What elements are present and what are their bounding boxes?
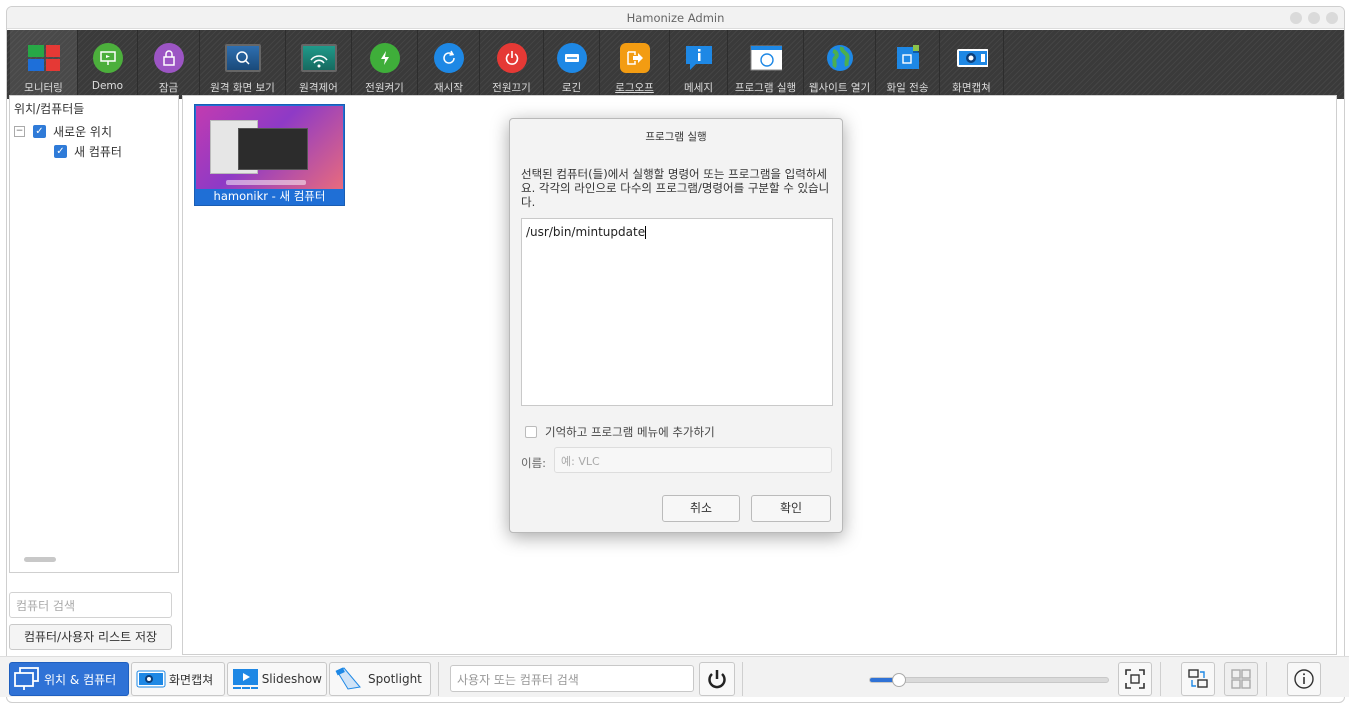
spotlight-icon (335, 667, 361, 690)
maximize-button[interactable] (1308, 12, 1320, 24)
cancel-button[interactable]: 취소 (662, 495, 740, 522)
remember-checkbox-row[interactable]: 기억하고 프로그램 메뉴에 추가하기 (525, 424, 715, 440)
lock-icon (153, 42, 185, 74)
run-program-icon (750, 42, 782, 74)
toolbar-open-website-button[interactable]: 웹사이트 열기 (804, 30, 876, 99)
thumbnail-caption: hamonikr - 새 컴퓨터 (213, 189, 326, 203)
text-caret (645, 226, 647, 239)
swap-icon (1188, 669, 1208, 688)
feature-toolbar: 모니터링 Demo 잠금 원격 화면 보기 원격제어 전원켜기 재시작 전원끄기… (7, 30, 1344, 99)
toolbar-remote-view-button[interactable]: 원격 화면 보기 (200, 30, 286, 99)
name-label: 이름: (521, 456, 547, 470)
tab-locations-computers[interactable]: 위치 & 컴퓨터 (9, 662, 129, 696)
globe-icon (824, 42, 856, 74)
power-on-icon (369, 42, 401, 74)
dialog-prompt: 선택된 컴퓨터(들)에서 실행할 명령어 또는 프로그램을 입력하세요. 각각의… (521, 167, 830, 209)
remote-screen-preview (196, 106, 343, 189)
location-label: 새로운 위치 (53, 124, 113, 139)
power-button[interactable] (699, 662, 735, 696)
toolbar-restart-button[interactable]: 재시작 (418, 30, 480, 99)
close-button[interactable] (1326, 12, 1338, 24)
command-textarea[interactable]: /usr/bin/mintupdate (521, 218, 833, 406)
toolbar-remote-control-button[interactable]: 원격제어 (286, 30, 352, 99)
collapse-icon[interactable]: − (14, 125, 25, 137)
computer-thumbnail[interactable]: hamonikr - 새 컴퓨터 (194, 104, 345, 206)
computers-icon (14, 667, 39, 690)
ok-button[interactable]: 확인 (751, 495, 831, 522)
toolbar-logoff-button[interactable]: 로그오프 (600, 30, 670, 99)
remote-view-icon (224, 42, 261, 74)
grid-icon (1231, 669, 1251, 689)
computer-label: 새 컴퓨터 (74, 144, 122, 159)
camera-icon (956, 42, 988, 74)
info-icon (1294, 669, 1314, 689)
tree-header: 위치/컴퓨터들 (14, 102, 85, 116)
slideshow-icon (233, 669, 258, 689)
message-icon (683, 42, 715, 74)
toolbar-power-off-button[interactable]: 전원끄기 (480, 30, 544, 99)
location-checkbox[interactable]: ✓ (33, 124, 46, 138)
fit-to-window-button[interactable] (1118, 662, 1152, 696)
camera-icon (136, 670, 166, 688)
toolbar-demo-button[interactable]: Demo (78, 30, 138, 99)
name-input[interactable]: 예: VLC (554, 447, 832, 473)
computer-search-input[interactable]: 컴퓨터 검색 (9, 592, 172, 618)
tree-location-row[interactable]: − ✓ 새로운 위치 (14, 121, 174, 141)
power-icon (708, 670, 726, 689)
minimize-button[interactable] (1290, 12, 1302, 24)
command-text: /usr/bin/mintupdate (526, 225, 646, 239)
power-off-icon (496, 42, 528, 74)
align-grid-button[interactable] (1224, 662, 1258, 696)
zoom-slider-track[interactable] (869, 673, 1109, 687)
toolbar-power-on-button[interactable]: 전원켜기 (352, 30, 418, 99)
run-program-dialog: 프로그램 실행 선택된 컴퓨터(들)에서 실행할 명령어 또는 프로그램을 입력… (509, 118, 843, 533)
locations-panel: 위치/컴퓨터들 − ✓ 새로운 위치 ✓ 새 컴퓨터 컴퓨터 검색 컴퓨터/사용… (9, 95, 179, 655)
login-icon (556, 42, 588, 74)
user-computer-search-input[interactable]: 사용자 또는 컴퓨터 검색 (450, 665, 694, 692)
tree-computer-row[interactable]: ✓ 새 컴퓨터 (14, 141, 174, 161)
computer-checkbox[interactable]: ✓ (54, 144, 67, 158)
save-list-button[interactable]: 컴퓨터/사용자 리스트 저장 (9, 624, 172, 650)
toolbar-message-button[interactable]: 메세지 (670, 30, 728, 99)
bottom-bar: 위치 & 컴퓨터 화면캡쳐 Slideshow Spotlight 사용자 또는… (0, 656, 1349, 697)
dialog-title: 프로그램 실행 (645, 131, 707, 143)
remote-control-icon (300, 42, 337, 74)
toolbar-run-program-button[interactable]: 프로그램 실행 (728, 30, 804, 99)
toolbar-screenshot-button[interactable]: 화면캡쳐 (940, 30, 1004, 99)
toolbar-file-transfer-button[interactable]: 화일 전송 (876, 30, 940, 99)
zoom-slider-handle[interactable] (891, 673, 906, 687)
horizontal-scrollbar[interactable] (24, 557, 56, 562)
tab-screenshots[interactable]: 화면캡쳐 (131, 662, 225, 696)
remember-label: 기억하고 프로그램 메뉴에 추가하기 (545, 425, 715, 439)
tab-slideshow[interactable]: Slideshow (227, 662, 327, 696)
toolbar-login-button[interactable]: 로긴 (544, 30, 600, 99)
toolbar-lock-button[interactable]: 잠금 (138, 30, 200, 99)
swap-computers-button[interactable] (1181, 662, 1215, 696)
computer-tree: 위치/컴퓨터들 − ✓ 새로운 위치 ✓ 새 컴퓨터 (9, 95, 179, 573)
demo-icon (92, 42, 124, 74)
file-transfer-icon (892, 42, 924, 74)
window-controls (1290, 12, 1338, 24)
title-bar: Hamonize Admin (7, 7, 1344, 29)
tab-spotlight[interactable]: Spotlight (329, 662, 431, 696)
remember-checkbox[interactable] (525, 426, 537, 438)
window-title: Hamonize Admin (626, 11, 725, 25)
about-button[interactable] (1287, 662, 1321, 696)
fit-screen-icon (1125, 669, 1145, 689)
toolbar-monitoring-button[interactable]: 모니터링 (10, 30, 78, 99)
restart-icon (433, 42, 465, 74)
logoff-icon (619, 42, 651, 74)
monitoring-icon (27, 42, 60, 74)
